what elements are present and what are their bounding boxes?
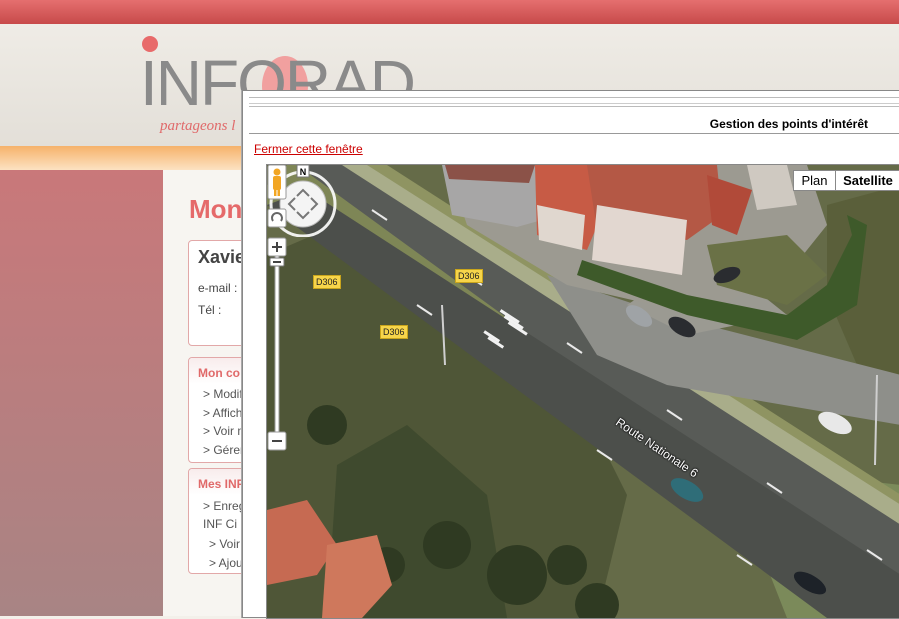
poi-popup-window: Gestion des points d'intérêt Fermer cett… (242, 90, 899, 619)
compass-label: N (300, 167, 307, 177)
map-type-satellite-button[interactable]: Satellite (835, 170, 899, 191)
road-label-d306: D306 (380, 325, 408, 339)
zoom-control[interactable] (267, 165, 287, 455)
satellite-map[interactable]: D306 D306 D306 Route Nationale 6 Plan Sa… (266, 164, 899, 619)
profile-name: Xavie (198, 247, 246, 267)
map-imagery (267, 165, 899, 618)
road-label-d306: D306 (455, 269, 483, 283)
tel-label: Tél : (198, 303, 222, 317)
top-bar (0, 0, 899, 25)
inf-section-label: INF Ci (203, 517, 237, 531)
account-link-display[interactable]: > Affich (203, 406, 242, 420)
road-label-d306: D306 (313, 275, 341, 289)
map-type-plan-button[interactable]: Plan (793, 170, 836, 191)
logo-tagline: partageons l (160, 118, 236, 134)
left-column (0, 170, 163, 616)
inf-link-record[interactable]: > Enreg (203, 499, 245, 513)
inf-link-view[interactable]: > Voir (209, 537, 240, 551)
popup-title: Gestion des points d'intérêt (709, 117, 868, 131)
popup-titlebar-lines (249, 97, 899, 107)
close-window-link[interactable]: Fermer cette fenêtre (254, 142, 363, 156)
inf-link-add[interactable]: > Ajou (209, 556, 243, 570)
email-label: e-mail : (198, 281, 238, 295)
popup-titlebar-line (249, 103, 899, 104)
popup-separator (249, 133, 899, 134)
account-link-manage[interactable]: > Gérer (203, 443, 244, 457)
page-title: Mon (189, 194, 243, 224)
account-link-modify[interactable]: > Modif (203, 387, 243, 401)
account-link-view[interactable]: > Voir m (203, 424, 247, 438)
account-card-title: Mon co (198, 366, 240, 380)
inf-card-title: Mes INF (198, 477, 245, 491)
